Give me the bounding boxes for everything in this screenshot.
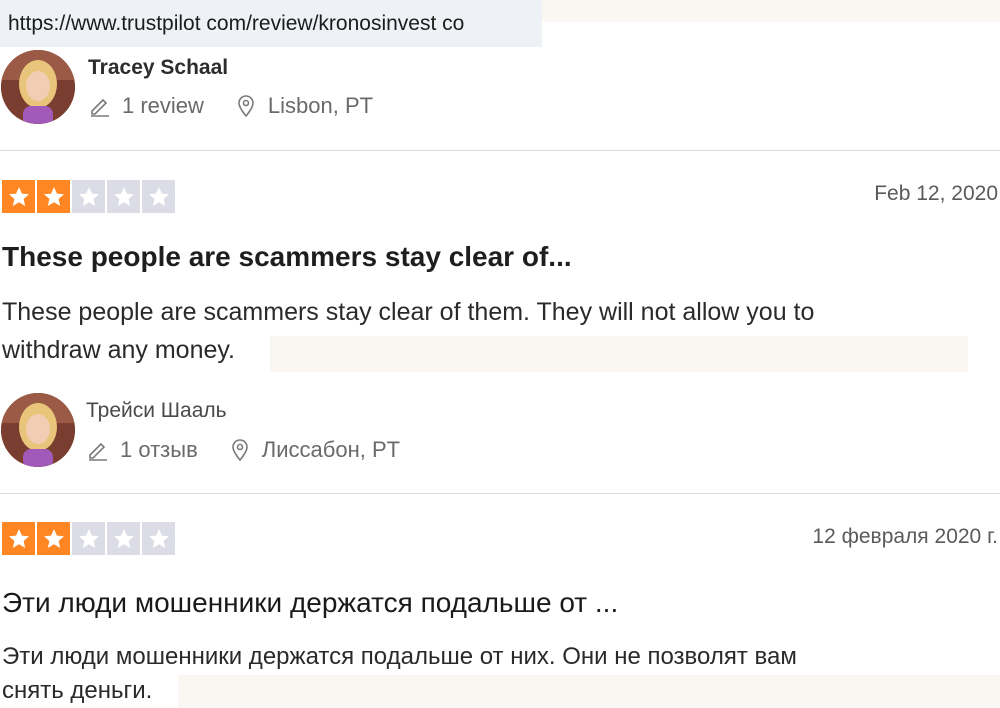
review-count: 1 review bbox=[122, 93, 204, 118]
review-date: 12 февраля 2020 г. bbox=[812, 525, 998, 548]
reviewer-name[interactable]: Tracey Schaal bbox=[88, 56, 228, 80]
top-background-strip bbox=[542, 0, 1000, 22]
pencil-icon bbox=[86, 438, 110, 462]
review-title[interactable]: Эти люди мошенники держатся подальше от … bbox=[2, 587, 618, 619]
review-body: These people are scammers stay clear of … bbox=[2, 293, 972, 369]
star-icon bbox=[37, 180, 70, 213]
review-title[interactable]: These people are scammers stay clear of.… bbox=[2, 241, 572, 273]
star-icon bbox=[107, 522, 140, 555]
divider bbox=[0, 493, 1000, 494]
star-icon bbox=[72, 180, 105, 213]
star-rating bbox=[2, 522, 175, 555]
star-icon bbox=[2, 522, 35, 555]
pencil-icon bbox=[88, 94, 112, 118]
star-icon bbox=[142, 522, 175, 555]
map-pin-icon bbox=[234, 94, 258, 118]
review-body: Эти люди мошенники держатся подальше от … bbox=[2, 640, 972, 708]
url-bar[interactable]: https://www.trustpilot com/review/kronos… bbox=[0, 0, 542, 47]
star-rating bbox=[2, 180, 175, 213]
review-body-line: снять деньги. bbox=[2, 677, 153, 704]
reviewer-location: Лиссабон, PT bbox=[261, 437, 401, 462]
divider bbox=[0, 150, 1000, 151]
star-icon bbox=[142, 180, 175, 213]
review-date: Feb 12, 2020 bbox=[874, 182, 998, 205]
star-icon bbox=[37, 522, 70, 555]
star-icon bbox=[107, 180, 140, 213]
review-body-line: Эти люди мошенники держатся подальше от … bbox=[2, 643, 797, 670]
review-body-line: These people are scammers stay clear of … bbox=[2, 298, 815, 326]
map-pin-icon bbox=[228, 438, 252, 462]
star-icon bbox=[72, 522, 105, 555]
reviewer-meta: 1 отзыв Лиссабон, PT bbox=[86, 437, 400, 463]
reviewer-avatar[interactable] bbox=[1, 393, 75, 467]
reviewer-meta: 1 review Lisbon, PT bbox=[88, 93, 373, 119]
review-body-line: withdraw any money. bbox=[2, 336, 235, 364]
reviewer-name[interactable]: Трейси Шааль bbox=[86, 399, 227, 423]
star-icon bbox=[2, 180, 35, 213]
reviewer-avatar[interactable] bbox=[1, 50, 75, 124]
review-count: 1 отзыв bbox=[120, 437, 198, 462]
reviewer-location: Lisbon, PT bbox=[267, 93, 374, 118]
